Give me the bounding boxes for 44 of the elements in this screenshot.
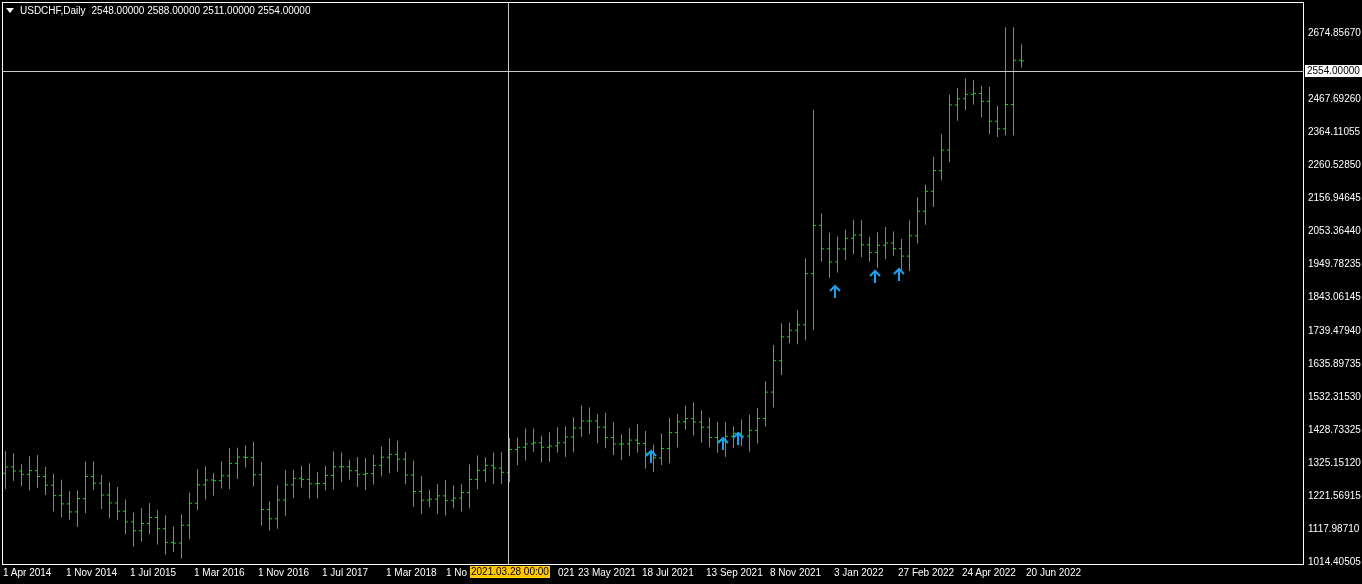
time-label: 24 Apr 2022 [962, 567, 1016, 578]
time-label: 1 Mar 2016 [194, 567, 245, 578]
price-label: 2674.85670 [1308, 26, 1361, 38]
price-label: 1635.89735 [1308, 357, 1361, 369]
time-label: 1 Jul 2015 [130, 567, 177, 578]
time-label: 021 [558, 567, 575, 578]
price-label: 1428.73325 [1308, 423, 1361, 435]
price-label: 1221.56915 [1308, 489, 1361, 501]
price-label: 1325.15120 [1308, 456, 1361, 468]
up-arrow-icon [732, 431, 744, 446]
up-arrow-icon [829, 284, 841, 299]
price-label: 1949.78235 [1308, 257, 1361, 269]
time-label: 1 No [446, 567, 468, 578]
price-label: 1014.40505 [1308, 555, 1361, 567]
time-label: 1 Apr 2014 [3, 567, 52, 578]
ohlc-values: 2548.00000 2588.00000 2511.00000 2554.00000 [91, 5, 311, 16]
time-label: 18 Jul 2021 [642, 567, 694, 578]
price-label: 2260.52850 [1308, 158, 1361, 170]
up-arrow-icon [717, 436, 729, 451]
price-label: 2467.69260 [1308, 92, 1361, 104]
chart-symbol: USDCHF,Daily [20, 5, 86, 16]
dropdown-triangle-icon[interactable] [6, 8, 14, 13]
time-label: 20 Jun 2022 [1026, 567, 1082, 578]
price-label: 1843.06145 [1308, 290, 1361, 302]
price-label: 1117.98710 [1308, 522, 1360, 534]
price-label: 2156.94645 [1308, 191, 1361, 203]
current-price-label: 2554.00000 [1305, 65, 1362, 77]
time-label: 1 Nov 2016 [258, 567, 310, 578]
time-label: 23 May 2021 [578, 567, 636, 578]
up-arrow-icon [869, 269, 881, 284]
up-arrow-icon [645, 449, 657, 464]
time-label: 1 Nov 2014 [66, 567, 118, 578]
time-label: 13 Sep 2021 [706, 567, 763, 578]
price-label: 1739.47940 [1308, 324, 1361, 336]
time-label: 8 Nov 2021 [770, 567, 822, 578]
crosshair-time-label: 2021.03.28 00:00 [470, 566, 550, 578]
time-label: 1 Jul 2017 [322, 567, 369, 578]
price-label: 2053.36440 [1308, 224, 1361, 236]
time-label: 1 Mar 2018 [386, 567, 437, 578]
time-label: 27 Feb 2022 [898, 567, 955, 578]
price-label: 1532.31530 [1308, 390, 1361, 402]
time-label: 3 Jan 2022 [834, 567, 884, 578]
up-arrow-icon [893, 267, 905, 282]
price-label: 2364.11055 [1308, 125, 1361, 137]
